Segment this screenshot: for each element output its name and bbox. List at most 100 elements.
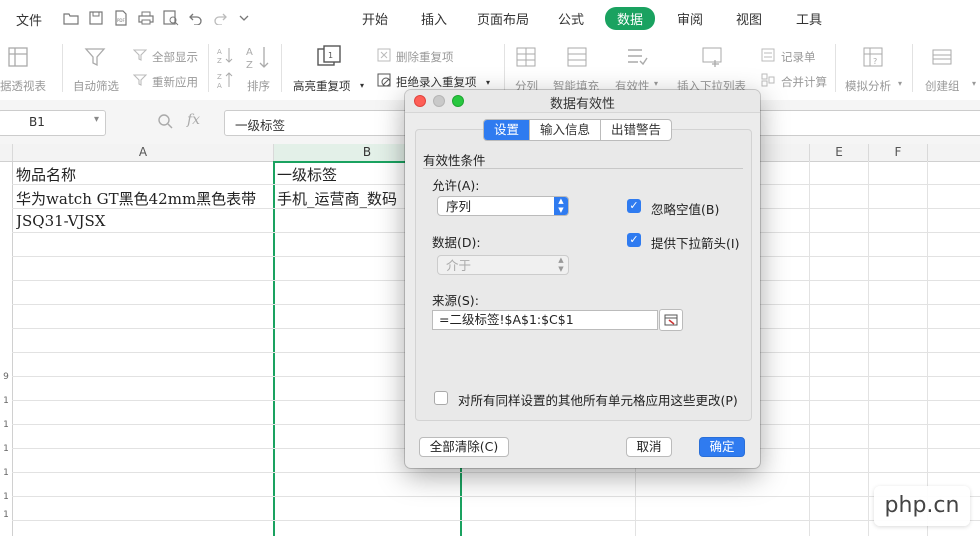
source-value: =二级标签!$A$1:$C$1 bbox=[439, 312, 574, 327]
remove-duplicates-button[interactable]: 删除重复项 bbox=[396, 49, 454, 65]
sort-button[interactable]: 排序 bbox=[247, 78, 270, 94]
name-box[interactable]: B1 ▾ bbox=[0, 110, 106, 136]
column-header-e[interactable]: E bbox=[810, 144, 869, 162]
tab-view[interactable]: 视图 bbox=[736, 9, 762, 28]
chevron-down-icon[interactable]: ▾ bbox=[486, 78, 490, 87]
undo-icon[interactable] bbox=[187, 9, 205, 27]
highlight-duplicates-icon: 1 bbox=[316, 44, 342, 73]
row-number[interactable]: 1 bbox=[0, 510, 12, 520]
create-group-button[interactable]: 创建组 bbox=[925, 78, 960, 94]
svg-text:Z: Z bbox=[217, 73, 222, 81]
save-icon[interactable] bbox=[87, 9, 105, 27]
tab-tools[interactable]: 工具 bbox=[796, 9, 822, 28]
record-form-icon bbox=[761, 48, 775, 65]
svg-text:PDF: PDF bbox=[117, 18, 125, 23]
row-number[interactable]: 1 bbox=[0, 468, 12, 478]
pivot-table-button[interactable]: 据透视表 bbox=[0, 78, 46, 94]
ignore-blank-label: 忽略空值(B) bbox=[651, 202, 720, 217]
svg-text:A: A bbox=[217, 48, 222, 56]
row-number[interactable]: 1 bbox=[0, 420, 12, 430]
chevron-down-icon[interactable] bbox=[235, 9, 253, 27]
show-all-button[interactable]: 全部显示 bbox=[152, 49, 198, 65]
merge-calc-button[interactable]: 合并计算 bbox=[781, 74, 827, 90]
reapply-icon bbox=[132, 73, 148, 90]
apply-all-checkbox[interactable] bbox=[434, 391, 448, 405]
select-all-corner[interactable] bbox=[0, 144, 13, 162]
autofilter-button[interactable]: 自动筛选 bbox=[73, 78, 119, 94]
tab-home[interactable]: 开始 bbox=[362, 9, 388, 28]
merge-calc-icon bbox=[761, 73, 775, 90]
dropdown-arrow-label: 提供下拉箭头(I) bbox=[651, 236, 740, 251]
dropdown-arrow-checkbox[interactable]: ✓ bbox=[627, 233, 641, 247]
cell-a3[interactable]: JSQ31-VJSX bbox=[16, 212, 271, 230]
svg-text:A: A bbox=[217, 82, 222, 89]
reapply-button[interactable]: 重新应用 bbox=[152, 74, 198, 90]
range-picker-button[interactable] bbox=[659, 309, 683, 331]
split-columns-icon bbox=[515, 46, 537, 71]
function-icon[interactable]: fx bbox=[187, 112, 200, 128]
tab-settings[interactable]: 设置 bbox=[484, 120, 531, 140]
menu-bar: 文件 PDF 开始 插入 页面布局 公式 数据 审阅 视图 工具 bbox=[0, 0, 980, 36]
chevron-down-icon[interactable]: ▾ bbox=[94, 114, 99, 125]
chevron-down-icon[interactable]: ▾ bbox=[654, 79, 658, 88]
ok-button[interactable]: 确定 bbox=[699, 437, 745, 457]
tab-input-message[interactable]: 输入信息 bbox=[530, 120, 602, 140]
select-arrows-icon: ▲ ▼ bbox=[554, 197, 568, 215]
record-form-button[interactable]: 记录单 bbox=[781, 49, 816, 65]
source-label: 来源(S): bbox=[432, 293, 479, 308]
remove-duplicates-icon bbox=[377, 48, 391, 65]
ignore-blank-checkbox[interactable]: ✓ bbox=[627, 199, 641, 213]
what-if-analysis-button[interactable]: 模拟分析 bbox=[845, 78, 891, 94]
data-label: 数据(D): bbox=[432, 235, 481, 250]
cell-a2[interactable]: 华为watch GT黑色42mm黑色表带 bbox=[16, 188, 271, 209]
source-input[interactable]: =二级标签!$A$1:$C$1 bbox=[432, 310, 658, 330]
chevron-down-icon[interactable]: ▾ bbox=[972, 79, 976, 88]
formula-content: 一级标签 bbox=[235, 118, 286, 133]
allow-label: 允许(A): bbox=[432, 178, 480, 193]
dialog-titlebar[interactable]: 数据有效性 bbox=[405, 90, 760, 113]
cell-a1[interactable]: 物品名称 bbox=[16, 164, 271, 185]
cancel-button[interactable]: 取消 bbox=[626, 437, 672, 457]
sort-icon: AZ bbox=[245, 44, 271, 75]
tab-insert[interactable]: 插入 bbox=[421, 9, 447, 28]
allow-select[interactable]: 序列 ▲ ▼ bbox=[437, 196, 569, 216]
data-select: 介于 ▲ ▼ bbox=[437, 255, 569, 275]
allow-select-value: 序列 bbox=[446, 199, 472, 214]
column-header-g[interactable] bbox=[928, 144, 980, 162]
pivot-table-icon bbox=[7, 46, 29, 71]
redo-icon[interactable] bbox=[211, 9, 229, 27]
chevron-down-icon[interactable]: ▾ bbox=[360, 81, 364, 90]
chevron-down-icon[interactable]: ▾ bbox=[898, 79, 902, 88]
range-select-icon bbox=[664, 314, 678, 326]
row-number[interactable]: 9 bbox=[0, 372, 12, 382]
tab-review[interactable]: 审阅 bbox=[677, 9, 703, 28]
tab-data[interactable]: 数据 bbox=[605, 7, 656, 30]
highlight-duplicates-button[interactable]: 高亮重复项 bbox=[293, 78, 351, 94]
row-number[interactable]: 1 bbox=[0, 396, 12, 406]
select-arrows-icon: ▲ ▼ bbox=[558, 256, 564, 273]
ribbon-divider bbox=[281, 44, 282, 92]
clear-all-button[interactable]: 全部清除(C) bbox=[419, 437, 509, 457]
validity-icon bbox=[626, 46, 648, 71]
insert-dropdown-icon bbox=[701, 46, 725, 71]
file-menu[interactable]: 文件 bbox=[16, 10, 42, 29]
tab-error-alert[interactable]: 出错警告 bbox=[601, 120, 671, 140]
cell-b2[interactable]: 手机_运营商_数码 bbox=[277, 188, 405, 209]
row-number[interactable]: 1 bbox=[0, 492, 12, 502]
reject-duplicates-icon bbox=[377, 73, 391, 90]
column-header-f[interactable]: F bbox=[869, 144, 928, 162]
gridline bbox=[868, 161, 869, 536]
row-number[interactable]: 1 bbox=[0, 444, 12, 454]
reject-duplicates-button[interactable]: 拒绝录入重复项 bbox=[396, 74, 477, 90]
print-icon[interactable] bbox=[137, 9, 155, 27]
column-header-a[interactable]: A bbox=[13, 144, 274, 162]
zoom-search-icon[interactable] bbox=[157, 113, 173, 133]
print-preview-icon[interactable] bbox=[162, 9, 180, 27]
data-validation-dialog: 数据有效性 设置 输入信息 出错警告 有效性条件 允许(A): 序列 ▲ ▼ ✓ … bbox=[405, 90, 760, 468]
filter-icon bbox=[84, 46, 106, 71]
export-pdf-icon[interactable]: PDF bbox=[112, 9, 130, 27]
tab-formulas[interactable]: 公式 bbox=[558, 9, 584, 28]
open-folder-icon[interactable] bbox=[62, 9, 80, 27]
tab-page-layout[interactable]: 页面布局 bbox=[477, 9, 529, 28]
svg-text:?: ? bbox=[873, 57, 877, 66]
